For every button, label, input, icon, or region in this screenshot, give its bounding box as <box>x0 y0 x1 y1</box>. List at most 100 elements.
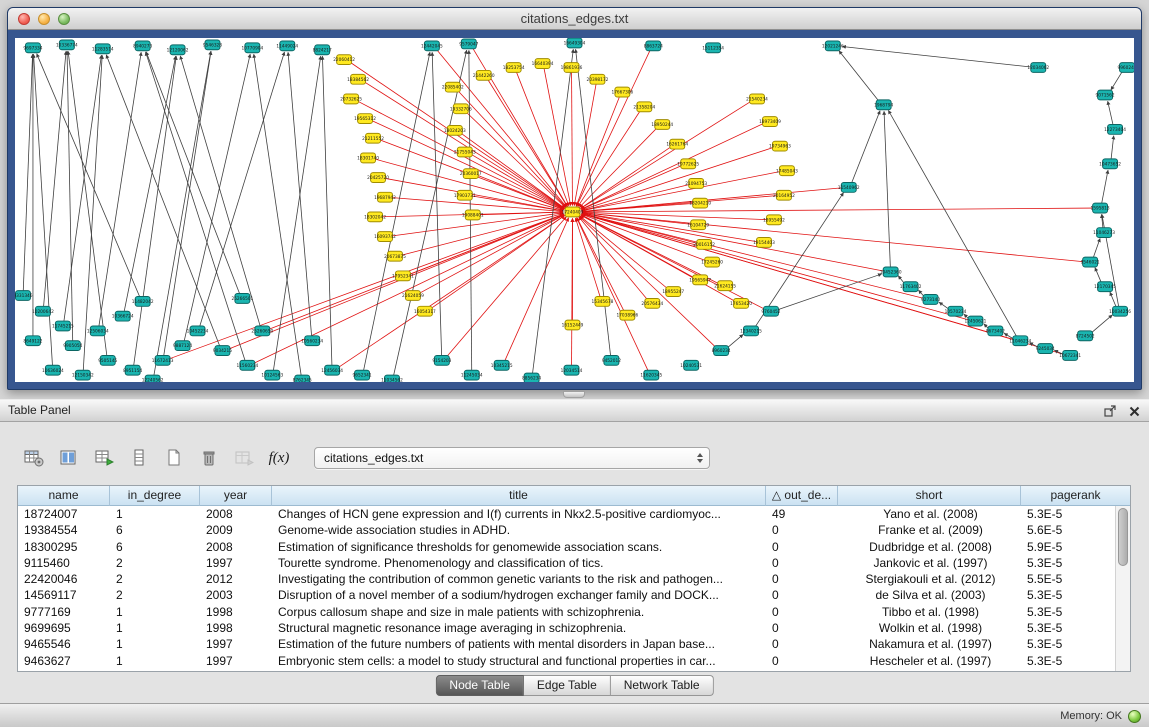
graph-edge[interactable] <box>170 214 564 359</box>
graph-edge[interactable] <box>471 154 564 208</box>
create-column-button[interactable] <box>162 446 186 470</box>
graph-edge[interactable] <box>842 47 1031 67</box>
graph-edge[interactable] <box>23 54 32 290</box>
graph-edge[interactable] <box>578 111 640 207</box>
graph-node-label: 10770904 <box>241 45 263 51</box>
graph-edge[interactable] <box>431 216 565 309</box>
table-row[interactable]: 946554611997Estimation of the future num… <box>18 636 1115 652</box>
graph-node-label: 9273140 <box>921 297 940 303</box>
graph-edge[interactable] <box>581 166 681 210</box>
zoom-window-button[interactable] <box>58 13 70 25</box>
table-row[interactable]: 977716911998Corpus callosum shape and si… <box>18 604 1115 620</box>
graph-edge[interactable] <box>888 110 1016 336</box>
graph-edge[interactable] <box>1111 136 1114 159</box>
table-header: namein_degreeyeartitle△ out_de...shortpa… <box>18 486 1130 506</box>
table-row[interactable]: 1872400712008Changes of HCN gene express… <box>18 506 1115 522</box>
graph-edge[interactable] <box>582 208 1093 212</box>
edit-table-button[interactable] <box>92 446 116 470</box>
graph-node-label: 20673875 <box>384 254 406 260</box>
graph-edge[interactable] <box>273 56 320 370</box>
graph-edge[interactable] <box>288 52 312 336</box>
column-header-pagerank[interactable]: pagerank <box>1021 486 1130 506</box>
graph-node-label: 8724502 <box>1076 333 1095 339</box>
graph-edge[interactable] <box>1091 315 1112 333</box>
graph-edge[interactable] <box>839 51 879 101</box>
column-header-short[interactable]: short <box>838 486 1021 506</box>
function-builder-button[interactable]: f(x) <box>267 446 291 470</box>
graph-edge[interactable] <box>1108 101 1113 125</box>
graph-edge[interactable] <box>581 102 751 209</box>
graph-edge[interactable] <box>34 54 53 365</box>
table-row[interactable]: 2242004622012Investigating the contribut… <box>18 571 1115 587</box>
graph-node-label: 10345215 <box>491 363 513 369</box>
row-height-button[interactable] <box>127 446 151 470</box>
graph-edge[interactable] <box>1093 238 1100 257</box>
graph-edge[interactable] <box>1102 170 1108 203</box>
graph-edge[interactable] <box>939 302 949 309</box>
graph-edge[interactable] <box>375 159 563 210</box>
table-row[interactable]: 946362711997Embryonic stem cells: a mode… <box>18 653 1115 669</box>
graph-edge[interactable] <box>364 52 430 370</box>
column-header-name[interactable]: name <box>18 486 110 506</box>
graph-edge[interactable] <box>68 51 107 355</box>
graph-edge[interactable] <box>124 56 175 311</box>
float-panel-icon[interactable] <box>1104 405 1117 417</box>
splitter-handle[interactable] <box>563 391 585 398</box>
close-window-button[interactable] <box>18 13 30 25</box>
graph-edge[interactable] <box>581 124 763 210</box>
graph-edge[interactable] <box>884 111 890 267</box>
graph-edge[interactable] <box>447 217 567 357</box>
graph-edge[interactable] <box>577 218 649 371</box>
cell-name: 19384554 <box>18 522 110 538</box>
graph-edge[interactable] <box>1095 268 1101 283</box>
graph-edge[interactable] <box>180 56 260 326</box>
network-table-select[interactable]: citations_edges.txt <box>314 447 710 469</box>
graph-edge[interactable] <box>582 214 969 320</box>
tab-network-table[interactable]: Network Table <box>611 675 714 696</box>
graph-edge[interactable] <box>727 334 743 347</box>
graph-edge[interactable] <box>1111 71 1122 90</box>
column-header-in_degree[interactable]: in_degree <box>110 486 200 506</box>
table-mode-button[interactable] <box>22 446 46 470</box>
table-row[interactable]: 1830029562008Estimation of significance … <box>18 539 1115 555</box>
graph-edge[interactable] <box>146 52 246 361</box>
graph-edge[interactable] <box>572 72 573 205</box>
tab-node-table[interactable]: Node Table <box>435 675 524 696</box>
graph-edge[interactable] <box>1110 292 1116 307</box>
graph-node-label: 22085402 <box>442 85 464 91</box>
table-scrollbar[interactable] <box>1115 506 1130 671</box>
graph-node-label: 8960234 <box>712 348 731 354</box>
graph-edge[interactable] <box>582 214 924 299</box>
column-header-out_degree[interactable]: △ out_de... <box>766 486 838 506</box>
graph-edge[interactable] <box>200 52 285 326</box>
table-row[interactable]: 911546021997Tourette syndrome. Phenomeno… <box>18 555 1115 571</box>
tab-edge-table[interactable]: Edge Table <box>524 675 611 696</box>
memory-status[interactable]: Memory: OK <box>1060 704 1141 727</box>
window-titlebar[interactable]: citations_edges.txt <box>8 8 1141 30</box>
graph-edge[interactable] <box>420 215 565 293</box>
graph-node-label: 10672341 <box>1059 353 1081 359</box>
table-row[interactable]: 1938455462009Genome-wide association stu… <box>18 522 1115 538</box>
minimize-window-button[interactable] <box>38 13 50 25</box>
close-panel-icon[interactable] <box>1129 406 1140 417</box>
column-header-title[interactable]: title <box>272 486 766 506</box>
graph-edge[interactable] <box>572 218 573 365</box>
column-header-year[interactable]: year <box>200 486 272 506</box>
table-scrollbar-thumb[interactable] <box>1118 508 1128 566</box>
delete-column-button[interactable] <box>197 446 221 470</box>
graph-edge[interactable] <box>581 214 705 260</box>
graph-edge[interactable] <box>322 56 331 365</box>
graph-edge[interactable] <box>580 147 671 209</box>
network-canvas[interactable]: 1724040922060412183845622073262519565312… <box>15 38 1134 382</box>
network-window: citations_edges.txt 17240409220604121838… <box>7 7 1142 390</box>
table-row[interactable]: 969969511998Structural magnetic resonanc… <box>18 620 1115 636</box>
graph-edge[interactable] <box>67 51 73 340</box>
table-row[interactable]: 1456911722003Disruption of a novel membe… <box>18 587 1115 603</box>
graph-edge[interactable] <box>37 54 140 297</box>
graph-edge[interactable] <box>577 50 650 206</box>
graph-edge[interactable] <box>44 51 66 306</box>
graph-edge[interactable] <box>582 188 841 212</box>
graph-edge[interactable] <box>852 111 880 183</box>
show-columns-button[interactable] <box>57 446 81 470</box>
graph-edge[interactable] <box>134 56 177 365</box>
